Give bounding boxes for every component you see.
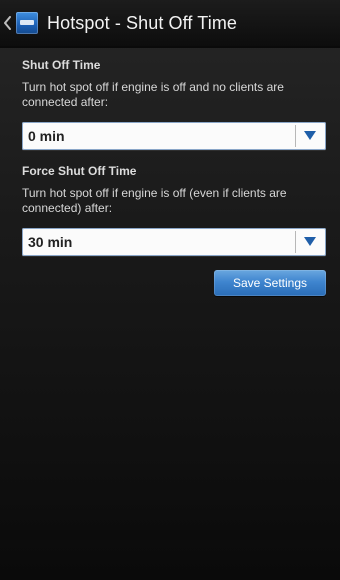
screen: Hotspot - Shut Off Time Shut Off Time Tu… — [0, 0, 340, 580]
shut-off-description: Turn hot spot off if engine is off and n… — [22, 80, 284, 109]
select-divider — [295, 231, 296, 253]
shut-off-time-select[interactable]: 0 min — [22, 122, 326, 150]
back-button[interactable] — [0, 0, 14, 46]
force-shut-off-time-value: 30 min — [28, 234, 73, 250]
hotspot-app-icon — [16, 12, 38, 34]
chevron-left-icon — [4, 16, 11, 30]
shut-off-time-value: 0 min — [28, 128, 65, 144]
page-title: Hotspot - Shut Off Time — [47, 12, 238, 33]
force-shut-off-description: Turn hot spot off if engine is off (even… — [22, 186, 287, 215]
select-divider — [295, 125, 296, 147]
actions-row: Save Settings — [22, 270, 326, 296]
triangle-down-icon — [304, 131, 316, 140]
force-shut-off-section-title: Force Shut Off Time — [22, 164, 137, 178]
save-settings-button[interactable]: Save Settings — [214, 270, 326, 296]
triangle-down-icon — [304, 237, 316, 246]
content: Shut Off Time Turn hot spot off if engin… — [22, 50, 330, 296]
force-shut-off-time-select[interactable]: 30 min — [22, 228, 326, 256]
action-bar: Hotspot - Shut Off Time — [0, 0, 340, 48]
shut-off-section-title: Shut Off Time — [22, 58, 101, 72]
